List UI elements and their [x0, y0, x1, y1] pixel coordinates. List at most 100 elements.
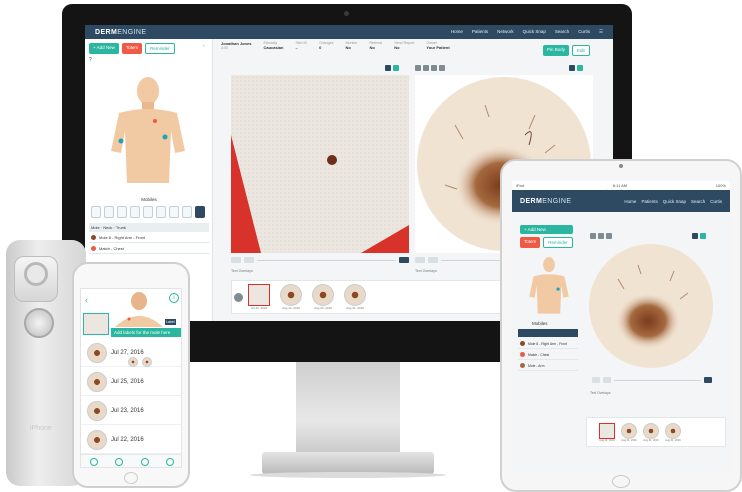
timeline-thumb[interactable]: Aug 21, 2016 [665, 422, 681, 442]
timeline-thumb[interactable]: Aug 21, 2016 [599, 422, 615, 442]
tool-icon[interactable] [423, 65, 429, 71]
body-map-figure[interactable] [105, 73, 191, 193]
expand-icon[interactable] [385, 65, 391, 71]
tab-camera-icon[interactable] [140, 458, 149, 466]
label-tag[interactable]: Label [165, 319, 176, 325]
collapse-chevron-icon[interactable]: ‹ [203, 43, 205, 49]
tool-icon[interactable] [431, 65, 437, 71]
tool-icon[interactable] [598, 233, 604, 239]
back-chevron-icon[interactable]: ‹ [85, 295, 88, 305]
view-head-icon[interactable] [143, 206, 153, 218]
ipad-nav-search[interactable]: Search [691, 199, 705, 204]
pin-body-button[interactable]: Pin Body [543, 45, 570, 56]
view-back-icon[interactable] [104, 206, 114, 218]
selected-thumb[interactable] [83, 313, 109, 335]
compare-icon[interactable] [393, 65, 399, 71]
dermatoscope-button [24, 308, 54, 338]
menu-icon[interactable]: ☰ [599, 29, 603, 35]
nav-search[interactable]: Search [555, 29, 569, 35]
tool-icon[interactable] [590, 233, 596, 239]
expand-icon[interactable] [692, 233, 698, 239]
nav-user[interactable]: Curtis [578, 29, 590, 35]
view-left-icon[interactable] [117, 206, 127, 218]
fit-icon[interactable] [704, 377, 712, 383]
ipad-zoom-controls [592, 377, 712, 383]
view-active-icon[interactable] [195, 206, 205, 218]
tab-profile-icon[interactable] [115, 458, 124, 466]
ipad-body-map-figure[interactable] [526, 255, 572, 319]
mole-thumb-icon [91, 246, 96, 251]
zoom-out-icon[interactable] [415, 257, 425, 263]
reminder-button[interactable]: Reminder [145, 43, 175, 54]
phone-image-row[interactable]: Jul 27, 2016 [81, 339, 181, 367]
mole-list-item[interactable]: Mole 8 - Right Arm - Front [89, 233, 209, 243]
fit-icon[interactable] [399, 257, 409, 263]
mini-thumb [141, 356, 152, 367]
phone-image-row[interactable]: Jul 25, 2016 [81, 368, 181, 396]
tab-gallery-icon[interactable] [89, 458, 98, 466]
view-figure-icon[interactable] [182, 206, 192, 218]
ipad-nav-user[interactable]: Curtis [710, 199, 722, 204]
tool-icon[interactable] [439, 65, 445, 71]
body-view-selector [91, 205, 207, 219]
timeline-thumb[interactable]: Aug 21, 2016 [621, 422, 637, 442]
tab-settings-icon[interactable] [166, 458, 175, 466]
iphone-screen: ‹ i Label Add labels for the mole here J… [80, 288, 182, 468]
ipad-nav-patients[interactable]: Patients [641, 199, 657, 204]
timeline-thumb[interactable]: Jul 22, 2016 [248, 284, 270, 310]
info-field: Jonathan Jones 4:00 [221, 41, 252, 50]
compare-icon[interactable] [577, 65, 583, 71]
ipad-mole-list-item[interactable]: Match - Chest [518, 350, 578, 360]
phone-image-row[interactable]: Jul 22, 2016 [81, 426, 181, 454]
dermengine-logo[interactable]: DERMENGINE [95, 29, 146, 36]
ipad-view-selector[interactable] [518, 329, 578, 337]
zoom-in-icon[interactable] [603, 377, 611, 383]
nav-home[interactable]: Home [451, 29, 463, 35]
zoom-in-icon[interactable] [428, 257, 438, 263]
ipad-add-new-button[interactable]: + Add New [520, 225, 573, 234]
nav-network[interactable]: Network [497, 29, 514, 35]
clinical-image-viewer[interactable] [231, 75, 409, 253]
nav-patients[interactable]: Patients [472, 29, 488, 35]
nav-quick-snap[interactable]: Quick Snap [523, 29, 546, 35]
imac-shadow [250, 472, 446, 478]
ipad-mole-list-item[interactable]: Mole - Arm [518, 361, 578, 371]
tool-icon[interactable] [606, 233, 612, 239]
view-front-icon[interactable] [91, 206, 101, 218]
ipad-mole-list-item[interactable]: Mole 8 - Right Arm - Front [518, 339, 578, 349]
zoom-out-icon[interactable] [592, 377, 600, 383]
timeline-thumb[interactable]: Aug 21, 2016 [643, 422, 659, 442]
mole-list-item[interactable]: Match - Chest [89, 244, 209, 254]
ipad-reminder-button[interactable]: Reminder [543, 237, 573, 248]
ipad-totem-button[interactable]: Totem [520, 237, 541, 248]
timeline-thumb[interactable]: Aug 23, 2016 [312, 284, 334, 310]
ipad-logo[interactable]: DERMENGINE [520, 198, 571, 205]
ipad-nav-home[interactable]: Home [624, 199, 636, 204]
totem-button[interactable]: Totem [121, 43, 143, 54]
view-feet-icon[interactable] [169, 206, 179, 218]
view-right-icon[interactable] [130, 206, 140, 218]
zoom-slider[interactable] [614, 379, 701, 381]
dermoscopy-thumb [87, 342, 107, 363]
ipad-nav-quick-snap[interactable]: Quick Snap [663, 199, 686, 204]
info-icon[interactable]: i [169, 293, 179, 303]
timeline-thumb[interactable]: Aug 31, 2016 [344, 284, 366, 310]
zoom-out-icon[interactable] [231, 257, 241, 263]
phone-image-row[interactable]: Jul 23, 2016 [81, 397, 181, 425]
info-field: Ethnicity Caucasian [263, 41, 284, 50]
tool-icon[interactable] [415, 65, 421, 71]
compare-icon[interactable] [700, 233, 706, 239]
help-icon[interactable]: ? [89, 57, 92, 63]
view-hands-icon[interactable] [156, 206, 166, 218]
add-new-button[interactable]: + Add New [89, 43, 119, 54]
sidebar-actions: + Add New Totem Reminder [89, 43, 175, 54]
add-label-banner[interactable]: Add labels for the mole here [111, 328, 181, 337]
ipad-dermoscopy-image[interactable] [588, 243, 714, 369]
ipad-screen: iPad 8:11 AMdermengine.com 100% DERMENGI… [512, 181, 730, 473]
expand-icon[interactable] [569, 65, 575, 71]
timeline-thumb[interactable]: Aug 12, 2016 [280, 284, 302, 310]
zoom-in-icon[interactable] [244, 257, 254, 263]
timeline-prev-icon[interactable] [234, 293, 243, 302]
zoom-slider[interactable] [257, 259, 396, 261]
edit-button[interactable]: Edit [572, 45, 590, 56]
